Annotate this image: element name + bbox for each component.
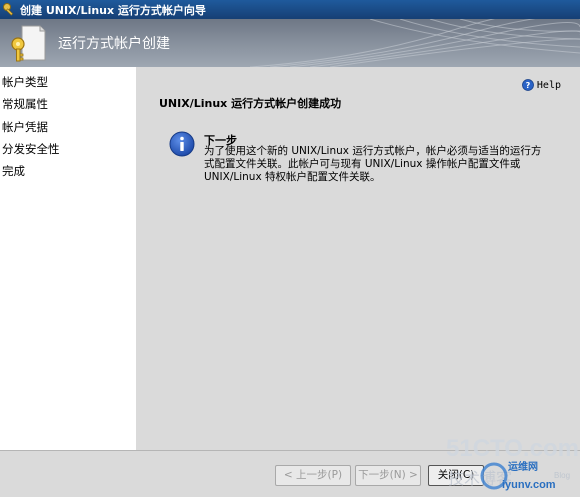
wizard-header: 运行方式帐户创建 (0, 19, 580, 67)
next-steps-text: 为了使用这个新的 UNIX/Linux 运行方式帐户，帐户必须与适当的运行方式配… (204, 145, 542, 183)
window-title: 创建 UNIX/Linux 运行方式帐户向导 (20, 4, 206, 17)
previous-button[interactable]: < 上一步(P) (275, 465, 351, 486)
help-label: Help (536, 79, 561, 91)
sidebar-item-completion[interactable]: 完成 (2, 163, 25, 179)
success-heading: UNIX/Linux 运行方式帐户创建成功 (159, 97, 342, 110)
key-app-icon (3, 3, 14, 16)
watermark-brand: 运维网 (508, 460, 538, 473)
sidebar-item-credentials[interactable]: 帐户凭据 (2, 119, 48, 135)
sidebar-item-account-type[interactable]: 帐户类型 (2, 74, 48, 90)
window-title-bar[interactable]: 创建 UNIX/Linux 运行方式帐户向导 (0, 0, 580, 19)
svg-text:?: ? (526, 81, 531, 90)
help-link[interactable]: ? Help (522, 79, 561, 91)
watermark-site: 51CTO.com (446, 435, 579, 462)
next-button[interactable]: 下一步(N) > (355, 465, 421, 486)
wizard-steps-sidebar: 帐户类型 常规属性 帐户凭据 分发安全性 完成 (0, 67, 136, 450)
info-icon (169, 131, 195, 157)
header-title: 运行方式帐户创建 (58, 36, 170, 52)
wizard-main-panel: ? Help UNIX/Linux 运行方式帐户创建成功 下一步 为了使用这个新… (136, 67, 580, 450)
sidebar-item-general-properties[interactable]: 常规属性 (2, 96, 48, 112)
watermark-url: iyunv.com (502, 479, 556, 491)
key-document-icon (11, 25, 46, 62)
site-watermark: 51CTO.com 技术博客 Blog 运维网 iyunv.com (446, 435, 579, 491)
watermark-blog: Blog (554, 471, 570, 480)
sidebar-item-distribution-security[interactable]: 分发安全性 (2, 141, 60, 157)
help-icon: ? (522, 79, 534, 91)
header-wave-decoration (250, 19, 580, 67)
